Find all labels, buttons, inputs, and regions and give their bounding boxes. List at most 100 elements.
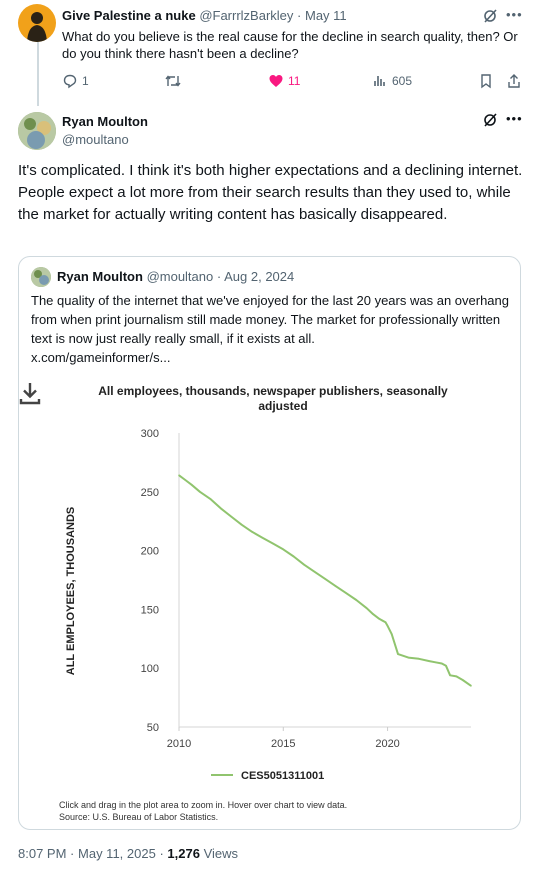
more-icon[interactable]: •••: [506, 7, 523, 22]
grok-icon[interactable]: [482, 112, 498, 128]
y-tick-label: 200: [141, 546, 159, 558]
chart-title: All employees, thousands, newspaper publ…: [98, 384, 448, 398]
data-point: [397, 653, 399, 655]
caption-line: Source: U.S. Bureau of Labor Statistics.: [59, 812, 219, 822]
views-button[interactable]: 605: [372, 70, 412, 92]
chart-title: adjusted: [258, 399, 307, 413]
data-point: [407, 656, 410, 659]
display-name[interactable]: Ryan Moulton: [62, 114, 148, 129]
data-point: [219, 507, 222, 510]
data-point: [455, 675, 458, 678]
user-handle: @moultano: [146, 269, 214, 284]
data-point: [199, 491, 201, 493]
y-tick-label: 150: [141, 604, 159, 616]
retweet-icon: [165, 75, 181, 87]
bookmark-icon: [481, 74, 491, 89]
tweet-meta: 8:07 PM · May 11, 2025 · 1,276 Views: [18, 846, 238, 861]
more-icon[interactable]: •••: [506, 111, 523, 126]
x-tick-label: 2010: [167, 738, 191, 750]
y-axis-label: ALL EMPLOYEES, THOUSANDS: [65, 507, 77, 675]
avatar: [31, 267, 51, 287]
reply-icon: [63, 74, 77, 89]
separator: ·: [159, 846, 164, 861]
data-point: [230, 515, 232, 518]
user-handle[interactable]: @FarrrlzBarkley: [199, 8, 293, 23]
action-bar: 1 11 605: [62, 70, 524, 92]
bookmark-button[interactable]: [478, 70, 494, 92]
x-tick-label: 2015: [271, 738, 295, 750]
data-point: [272, 542, 274, 545]
data-point: [434, 661, 437, 664]
data-point: [365, 607, 368, 609]
views-count: 1,276: [167, 846, 200, 861]
quote-link[interactable]: x.com/gameinformer/s...: [31, 348, 511, 367]
reply-button[interactable]: 1: [62, 70, 89, 92]
separator: ·: [70, 846, 75, 861]
data-point: [303, 563, 305, 566]
like-button[interactable]: 11: [268, 70, 300, 92]
data-point: [251, 531, 253, 533]
reply-count: 1: [82, 74, 89, 88]
data-point: [386, 625, 389, 627]
data-point: [445, 665, 447, 667]
data-point: [190, 483, 193, 486]
legend-label: CES5051311001: [241, 770, 324, 782]
data-point: [449, 674, 451, 677]
avatar[interactable]: [18, 112, 56, 150]
share-button[interactable]: [506, 70, 522, 92]
views-icon: [374, 76, 385, 86]
quote-body: The quality of the internet that we've e…: [31, 293, 509, 346]
y-tick-label: 100: [141, 663, 159, 675]
data-point: [355, 599, 358, 601]
data-point: [178, 474, 180, 477]
data-point: [292, 555, 295, 558]
data-point: [240, 523, 243, 526]
heart-icon: [269, 75, 283, 87]
retweet-button[interactable]: [164, 70, 182, 92]
data-point: [418, 658, 420, 660]
y-tick-label: 50: [147, 722, 159, 734]
display-name[interactable]: Give Palestine a nuke: [62, 8, 196, 23]
avatar[interactable]: [18, 4, 56, 42]
like-count: 11: [288, 74, 301, 88]
data-point: [378, 618, 381, 620]
chart-legend: CES5051311001: [211, 770, 324, 782]
quoted-tweet[interactable]: Ryan Moulton @moultano · Aug 2, 2024 The…: [18, 256, 521, 830]
download-icon[interactable]: [19, 381, 41, 405]
post-time[interactable]: 8:07 PM: [18, 846, 66, 861]
chart-caption: Click and drag in the plot area to zoom …: [59, 799, 347, 823]
data-point: [345, 592, 347, 594]
quote-text: The quality of the internet that we've e…: [31, 291, 511, 367]
data-point: [384, 621, 387, 624]
reply-tweet[interactable]: Give Palestine a nuke @FarrrlzBarkley · …: [0, 0, 538, 106]
separator: ·: [216, 269, 222, 284]
post-date[interactable]: May 11, 2025: [78, 846, 156, 861]
user-handle[interactable]: @moultano: [62, 132, 129, 147]
data-point: [282, 548, 285, 551]
y-tick-label: 300: [141, 428, 159, 440]
data-point: [334, 585, 337, 587]
data-point: [184, 479, 187, 481]
chart-image: All employees, thousands, newspaper publ…: [19, 381, 520, 829]
reply-header: Give Palestine a nuke @FarrrlzBarkley · …: [62, 8, 347, 23]
views-label: Views: [203, 846, 239, 861]
post-date[interactable]: May 11: [305, 8, 347, 23]
thread-line: [37, 42, 39, 106]
data-point: [313, 571, 316, 573]
series-line: [178, 474, 472, 687]
data-point: [324, 578, 326, 580]
data-point: [470, 685, 472, 687]
views-count: 605: [392, 74, 413, 88]
data-point: [372, 613, 374, 615]
data-point: [390, 633, 393, 635]
caption-line: Click and drag in the plot area to zoom …: [59, 800, 348, 810]
chart-plot: [178, 474, 472, 687]
grok-icon[interactable]: [482, 8, 498, 24]
data-point: [441, 662, 443, 665]
line-chart: All employees, thousands, newspaper publ…: [65, 384, 472, 782]
x-tick-label: 2020: [375, 738, 399, 750]
data-point: [209, 498, 212, 500]
y-tick-label: 250: [141, 487, 159, 499]
share-icon: [508, 74, 520, 88]
data-point: [261, 536, 264, 539]
